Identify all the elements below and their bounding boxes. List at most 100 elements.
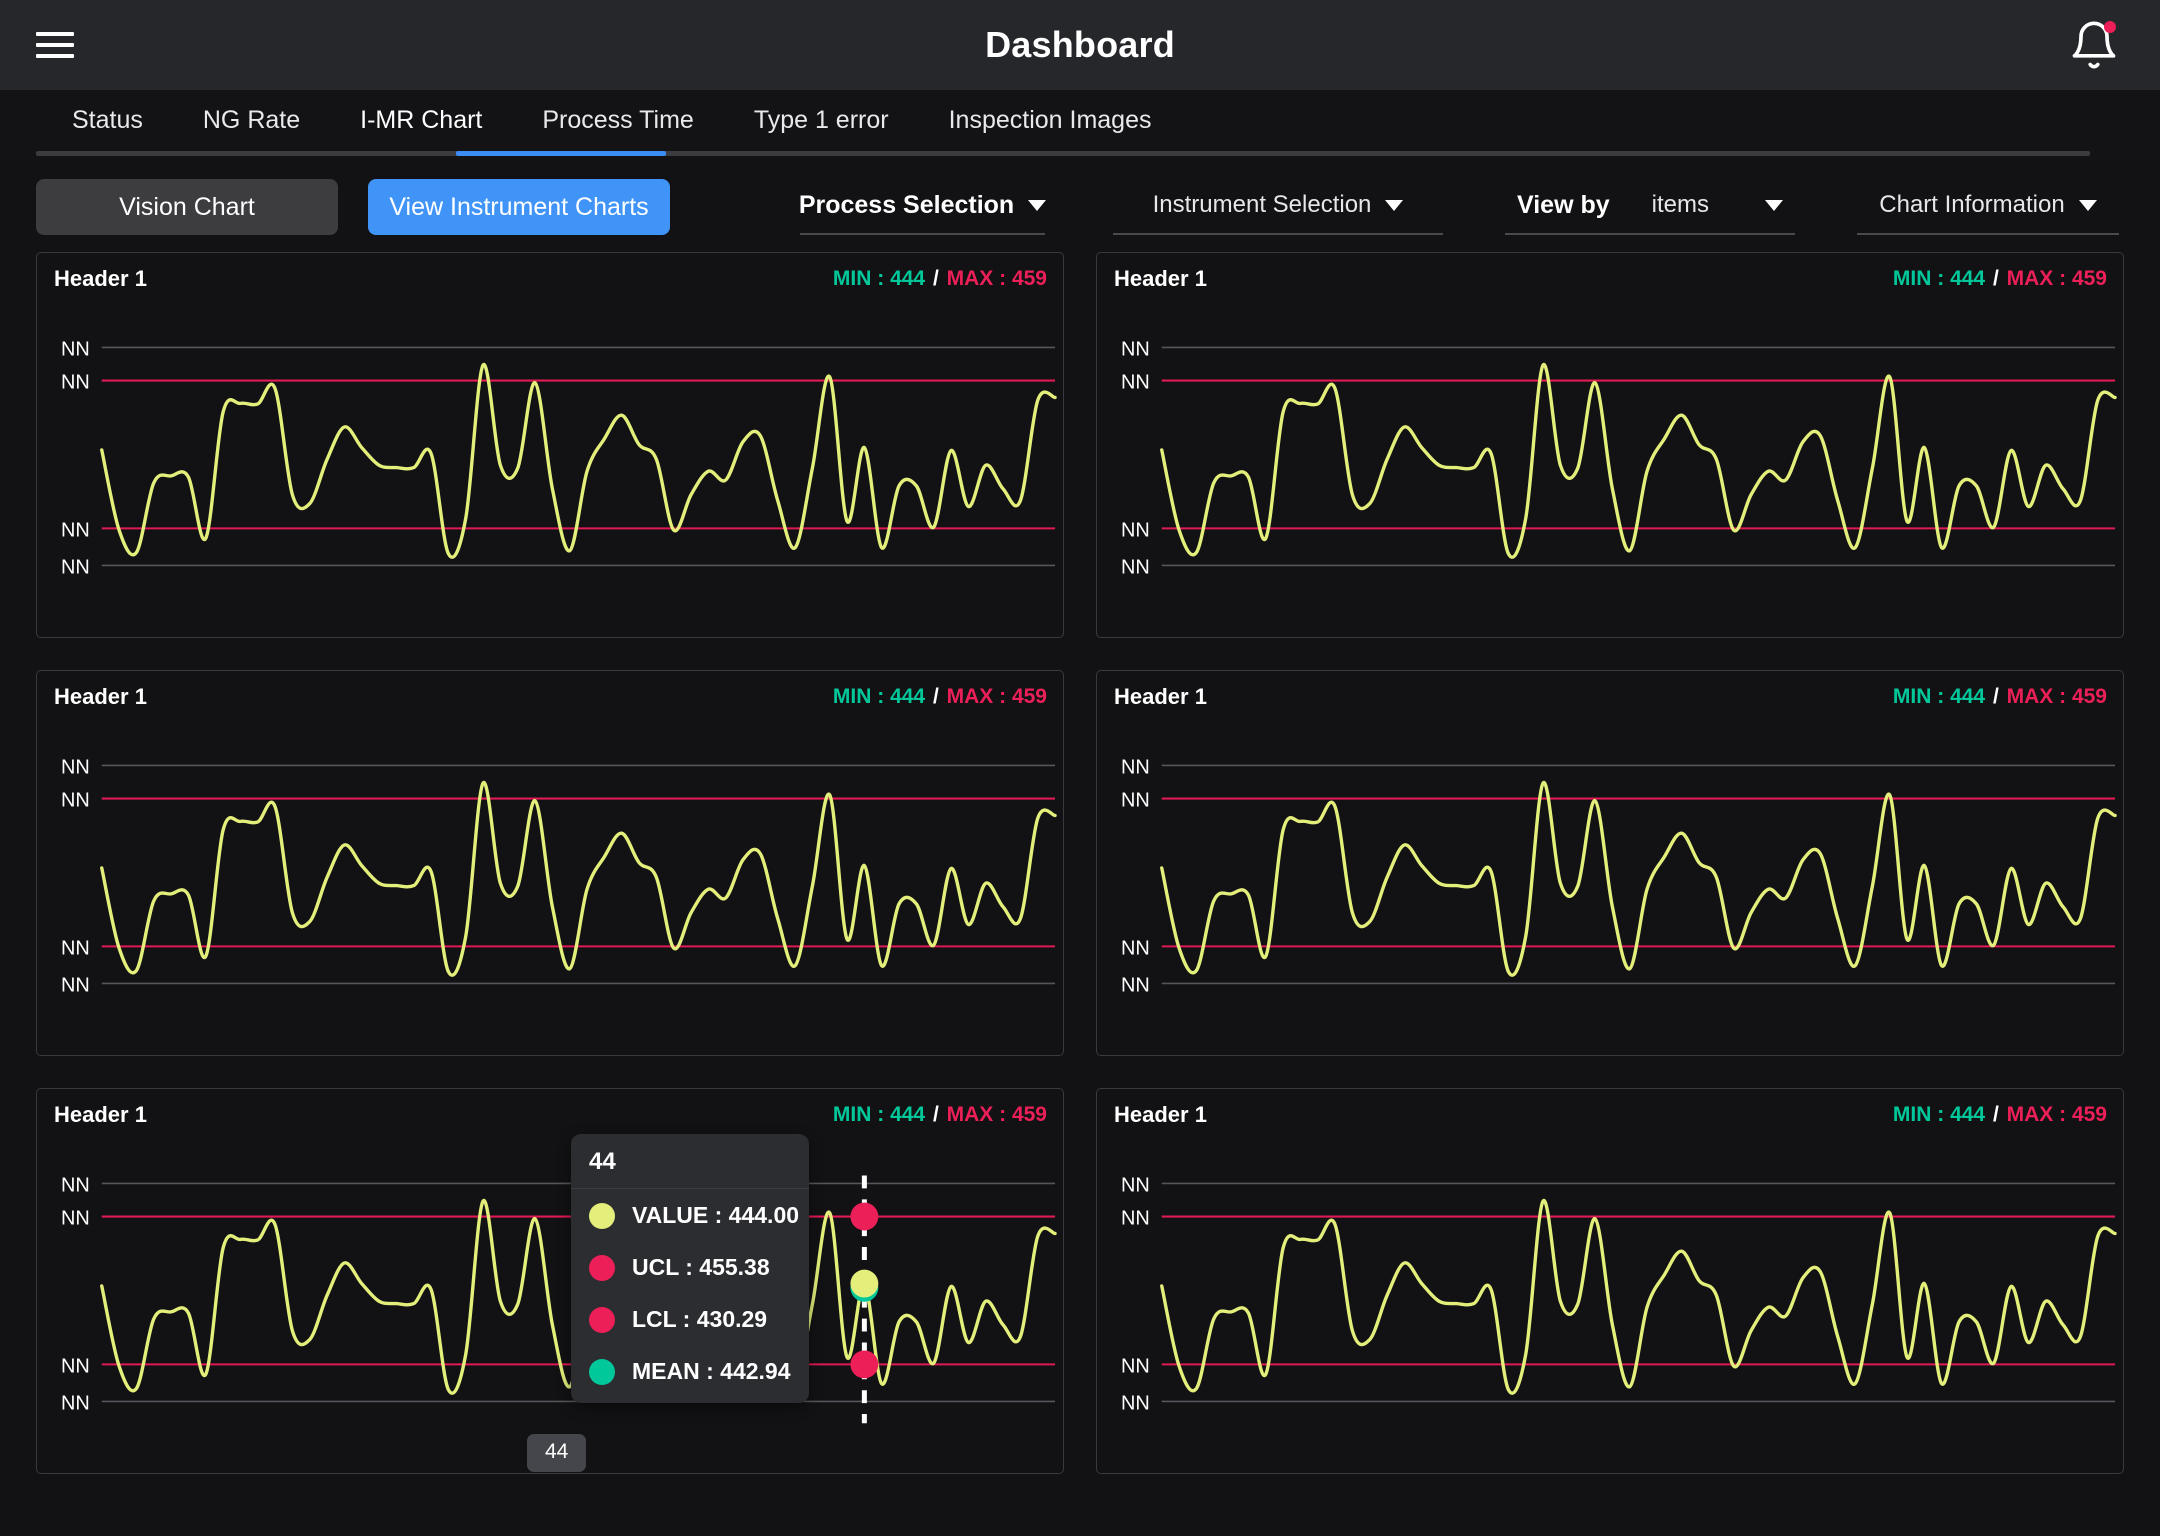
top-bar: Dashboard [0,0,2160,90]
y-axis-tick-label: NN [1121,519,1150,541]
hamburger-bar [36,32,74,36]
view-instrument-charts-button[interactable]: View Instrument Charts [368,179,670,235]
y-axis-tick-label: NN [61,519,90,541]
y-axis-tick-label: NN [61,937,90,959]
min-max-separator: / [1987,1103,2005,1126]
chart-card[interactable]: Header 1 MIN : 444 / MAX : 459 NN NN NN … [1096,252,2124,638]
tooltip-legend-dot [589,1358,615,1385]
min-value: 444 [890,1103,926,1126]
notification-bell-icon[interactable] [2068,19,2120,71]
chart-plot-area[interactable]: NN NN NN NN [37,299,1063,637]
tooltip-row: VALUE : 444.00 [589,1202,799,1229]
min-max-readout: MIN : 444 / MAX : 459 [1893,267,2107,291]
tooltip-legend-dot [589,1202,615,1229]
chart-card[interactable]: Header 1 MIN : 444 / MAX : 459 NN NN NN … [1096,670,2124,1056]
lcl-marker-dot [850,1350,879,1379]
chevron-down-icon [2078,199,2097,211]
chart-plot-area[interactable]: NN NN NN NN [1097,1135,2123,1473]
view-by-label: View by [1517,190,1610,219]
chart-card[interactable]: Header 1 MIN : 444 / MAX : 459 NN NN NN … [1096,1088,2124,1474]
chart-plot-area[interactable]: NN NN NN NN [1097,299,2123,637]
tooltip-row: MEAN : 442.94 [589,1358,791,1385]
chevron-down-icon [1385,199,1404,211]
min-label: MIN : [832,685,891,708]
chevron-down-icon [1028,199,1047,211]
vision-chart-button[interactable]: Vision Chart [36,179,338,235]
chart-card[interactable]: Header 1 MIN : 444 / MAX : 459 NN NN NN … [36,670,1064,1056]
min-value: 444 [890,267,926,290]
min-label: MIN : [1892,685,1951,708]
hamburger-bar [36,43,74,47]
chart-information-dropdown[interactable]: Chart Information [1857,179,2119,235]
y-axis-tick-label: NN [1121,790,1150,812]
process-selection-dropdown[interactable]: Process Selection [799,179,1047,235]
y-axis-tick-label: NN [61,756,90,778]
y-axis-tick-label: NN [1121,937,1150,959]
tooltip-legend-dot [589,1306,615,1333]
y-axis-tick-label: NN [61,338,90,360]
max-value: 459 [2071,267,2107,290]
chart-card-header: Header 1 MIN : 444 / MAX : 459 [1097,1089,2123,1141]
chart-card-header: Header 1 MIN : 444 / MAX : 459 [37,671,1063,723]
hamburger-menu-icon[interactable] [36,32,74,58]
y-axis-tick-label: NN [1121,756,1150,778]
min-max-separator: / [927,685,945,708]
max-value: 459 [2071,1103,2107,1126]
min-value: 444 [1950,685,1986,708]
chart-card[interactable]: Header 1 MIN : 444 / MAX : 459 NN NN NN … [36,252,1064,638]
tooltip-row: LCL : 430.29 [589,1306,791,1333]
max-label: MAX : [946,267,1012,290]
chart-plot-area[interactable]: NN NN NN NN [1097,717,2123,1055]
chart-card[interactable]: Header 1 MIN : 444 / MAX : 459 NN NN NN … [36,1088,1064,1474]
imr-line-chart: NN NN NN NN [61,756,1057,996]
tooltip-row: UCL : 455.38 [589,1254,791,1281]
y-axis-tick-label: NN [1121,372,1150,394]
y-axis-tick-label: NN [1121,338,1150,360]
chevron-down-icon [1764,199,1783,211]
imr-line-chart: NN NN NN NN [1121,338,2117,578]
imr-line-chart: NN NN NN NN [1121,756,2117,996]
instrument-selection-dropdown[interactable]: Instrument Selection [1113,179,1443,235]
max-value: 459 [1011,1103,1047,1126]
chart-card-header: Header 1 MIN : 444 / MAX : 459 [37,1089,1063,1141]
tooltip-legend-dot [589,1254,615,1281]
tooltip-row-label: LCL : 430.29 [632,1306,768,1332]
max-label: MAX : [946,1103,1012,1126]
imr-line-chart: NN NN NN NN [61,1174,1057,1424]
tooltip-rows: VALUE : 444.00 UCL : 455.38 LCL : 430.29… [571,1189,809,1403]
value-marker-dot [850,1269,879,1298]
chart-plot-area[interactable]: NN NN NN NN [37,1135,1063,1473]
y-axis-tick-label: NN [61,1174,90,1196]
min-label: MIN : [1892,267,1951,290]
y-axis-tick-label: NN [1121,1392,1150,1414]
tab-status[interactable]: Status [72,90,143,135]
max-value: 459 [2071,685,2107,708]
y-axis-tick-label: NN [61,974,90,996]
max-label: MAX : [2006,1103,2072,1126]
y-axis-tick-label: NN [61,372,90,394]
chart-card-title: Header 1 [54,266,147,291]
chart-card-title: Header 1 [54,1102,147,1127]
tab-ng-rate[interactable]: NG Rate [203,90,300,135]
chart-card-header: Header 1 MIN : 444 / MAX : 459 [37,253,1063,305]
tab-process-time[interactable]: Process Time [542,90,693,135]
tooltip-row-label: MEAN : 442.94 [632,1358,791,1384]
min-max-readout: MIN : 444 / MAX : 459 [1893,1103,2107,1127]
hamburger-bar [36,54,74,58]
y-axis-tick-label: NN [1121,1174,1150,1196]
tab-type-1-error[interactable]: Type 1 error [754,90,889,135]
chart-plot-area[interactable]: NN NN NN NN [37,717,1063,1055]
instrument-selection-label: Instrument Selection [1152,191,1372,218]
min-value: 444 [1950,267,1986,290]
imr-line-chart: NN NN NN NN [61,338,1057,578]
x-axis-value-badge: 44 [527,1434,587,1472]
tab-imr-chart[interactable]: I-MR Chart [360,90,482,135]
max-label: MAX : [2006,685,2072,708]
y-axis-tick-label: NN [61,1208,90,1230]
min-max-separator: / [1987,267,2005,290]
tab-inspection-images[interactable]: Inspection Images [949,90,1152,135]
chart-card-title: Header 1 [1114,684,1207,709]
view-by-dropdown[interactable]: View by items [1505,179,1795,235]
y-axis-tick-label: NN [1121,1208,1150,1230]
tab-scroll-track[interactable] [36,151,2090,156]
